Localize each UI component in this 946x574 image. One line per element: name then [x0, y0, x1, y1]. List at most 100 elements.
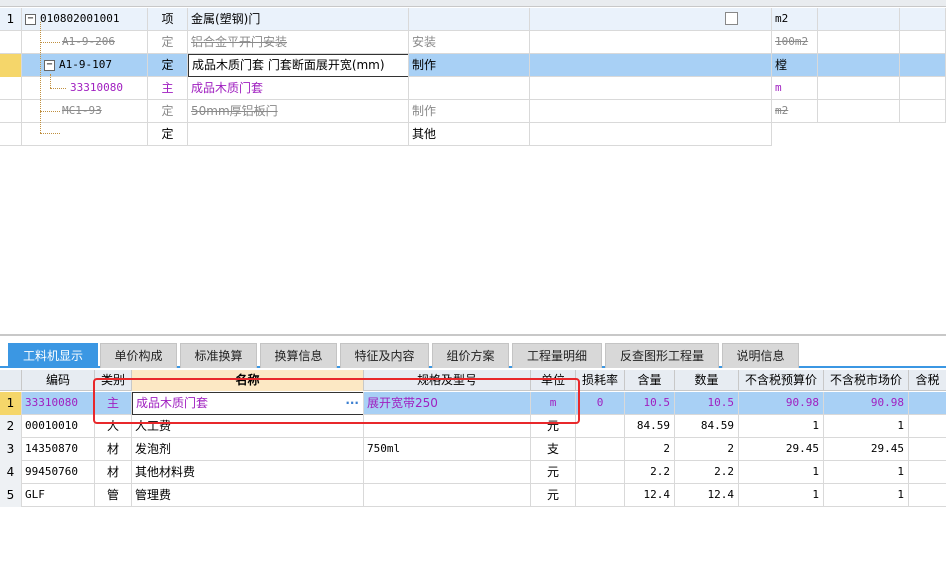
header-code[interactable]: 编码	[22, 370, 95, 391]
table-row[interactable]: 33310080 主 成品木质门套 m	[0, 77, 946, 100]
unit-cell[interactable]: 支	[531, 438, 576, 461]
tab-features[interactable]: 特征及内容	[340, 343, 429, 368]
header-content[interactable]: 含量	[625, 370, 675, 391]
loss-rate-cell[interactable]	[576, 484, 625, 507]
spec-cell[interactable]: 750ml	[364, 438, 531, 461]
header-loss-rate[interactable]: 损耗率	[576, 370, 625, 391]
market-price-cell[interactable]: 1	[824, 461, 909, 484]
table-row[interactable]: 4 99450760 材 其他材料费 元 2.2 2.2 1 1	[0, 461, 946, 484]
name-cell[interactable]: 管理费	[132, 484, 364, 507]
category-cell[interactable]: 材	[95, 461, 132, 484]
tab-conversion-info[interactable]: 换算信息	[260, 343, 337, 368]
spec-cell[interactable]: 安装	[409, 31, 530, 54]
loss-rate-cell[interactable]	[576, 415, 625, 438]
spec-cell[interactable]	[409, 77, 530, 100]
spec-cell[interactable]	[364, 484, 531, 507]
quantity-cell[interactable]: 2	[675, 438, 739, 461]
quantity-cell[interactable]: 84.59	[675, 415, 739, 438]
code-cell[interactable]: 99450760	[22, 461, 95, 484]
tab-unit-price[interactable]: 单价构成	[100, 343, 177, 368]
header-budget-price[interactable]: 不含税预算价	[739, 370, 824, 391]
spec-cell[interactable]	[364, 461, 531, 484]
table-row[interactable]: A1-9-206 定 铝合金平开门安装 安装 100m2	[0, 31, 946, 54]
name-cell[interactable]: 金属(塑钢)门	[188, 8, 409, 31]
code-cell[interactable]: 00010010	[22, 415, 95, 438]
table-row[interactable]: 1 −010802001001 项 金属(塑钢)门 m2	[0, 8, 946, 31]
budget-price-cell[interactable]: 1	[739, 484, 824, 507]
unit-cell[interactable]: m	[772, 77, 818, 100]
unit-cell[interactable]: 100m2	[772, 31, 818, 54]
collapse-icon[interactable]: −	[44, 59, 55, 71]
tax-price-cell[interactable]	[909, 415, 946, 438]
row-number: 3	[0, 438, 22, 461]
content-cell[interactable]: 2	[625, 438, 675, 461]
category-cell[interactable]: 材	[95, 438, 132, 461]
unit-cell[interactable]: m2	[772, 8, 818, 31]
code-cell[interactable]: 33310080	[22, 392, 95, 415]
table-row[interactable]: 定 其他	[0, 123, 772, 146]
loss-rate-cell[interactable]	[576, 438, 625, 461]
spec-cell[interactable]: 制作	[409, 54, 530, 77]
tax-price-cell[interactable]	[909, 461, 946, 484]
category-cell[interactable]: 管	[95, 484, 132, 507]
market-price-cell[interactable]: 1	[824, 415, 909, 438]
quantity-cell[interactable]: 10.5	[675, 392, 739, 415]
blank-cell	[530, 54, 772, 77]
market-price-cell[interactable]: 90.98	[824, 392, 909, 415]
type-cell: 定	[148, 123, 188, 146]
market-price-cell[interactable]: 1	[824, 484, 909, 507]
tab-graphic-quantity[interactable]: 反查图形工程量	[605, 343, 719, 368]
header-market-price[interactable]: 不含税市场价	[824, 370, 909, 391]
name-cell[interactable]: 其他材料费	[132, 461, 364, 484]
tax-price-cell[interactable]	[909, 438, 946, 461]
value-cell	[818, 31, 900, 54]
tab-resource-display[interactable]: 工料机显示	[8, 343, 98, 368]
content-cell[interactable]: 2.2	[625, 461, 675, 484]
table-row[interactable]: − A1-9-107 定 成品木质门套 门套断面展开宽(mm) 制作 樘	[0, 54, 946, 77]
loss-rate-cell[interactable]	[576, 461, 625, 484]
unit-cell[interactable]: 樘	[772, 54, 818, 77]
loss-rate-cell[interactable]: 0	[576, 392, 625, 415]
spec-cell[interactable]: 制作	[409, 100, 530, 123]
name-cell[interactable]: 成品木质门套	[188, 77, 409, 100]
content-cell[interactable]: 84.59	[625, 415, 675, 438]
header-quantity[interactable]: 数量	[675, 370, 739, 391]
code-cell[interactable]: 14350870	[22, 438, 95, 461]
collapse-icon[interactable]: −	[25, 13, 36, 25]
unit-cell[interactable]: m2	[772, 100, 818, 123]
tax-price-cell[interactable]	[909, 484, 946, 507]
quantity-cell[interactable]: 12.4	[675, 484, 739, 507]
name-cell[interactable]: 成品木质门套 门套断面展开宽(mm)	[188, 54, 409, 77]
tax-price-cell[interactable]	[909, 392, 946, 415]
name-cell[interactable]: 发泡剂	[132, 438, 364, 461]
budget-price-cell[interactable]: 29.45	[739, 438, 824, 461]
name-cell[interactable]	[188, 123, 409, 146]
budget-price-cell[interactable]: 1	[739, 415, 824, 438]
market-price-cell[interactable]: 29.45	[824, 438, 909, 461]
table-row[interactable]: MC1-93 定 50mm厚铝板门 制作 m2	[0, 100, 946, 123]
tab-description[interactable]: 说明信息	[722, 343, 799, 368]
tab-standard-conversion[interactable]: 标准换算	[180, 343, 257, 368]
table-row[interactable]: 3 14350870 材 发泡剂 750ml 支 2 2 29.45 29.45	[0, 438, 946, 461]
header-tax-price[interactable]: 含税	[909, 370, 946, 391]
tab-pricing-scheme[interactable]: 组价方案	[432, 343, 509, 368]
name-edit-input[interactable]: 成品木质门套 门套断面展开宽(mm)	[188, 54, 408, 77]
value-cell	[900, 54, 946, 77]
table-row[interactable]: 5 GLF 管 管理费 元 12.4 12.4 1 1	[0, 484, 946, 507]
tree-line	[50, 74, 51, 88]
budget-price-cell[interactable]: 1	[739, 461, 824, 484]
tab-quantity-detail[interactable]: 工程量明细	[512, 343, 602, 368]
name-cell[interactable]: 50mm厚铝板门	[188, 100, 409, 123]
unit-cell[interactable]: 元	[531, 484, 576, 507]
content-cell[interactable]: 10.5	[625, 392, 675, 415]
spec-cell[interactable]: 其他	[409, 123, 530, 146]
unit-cell[interactable]: 元	[531, 461, 576, 484]
checkbox[interactable]	[725, 12, 738, 25]
content-cell[interactable]: 12.4	[625, 484, 675, 507]
code-cell[interactable]: GLF	[22, 484, 95, 507]
quantity-cell[interactable]: 2.2	[675, 461, 739, 484]
blank-cell	[530, 8, 772, 31]
name-cell[interactable]: 铝合金平开门安装	[188, 31, 409, 54]
spec-cell[interactable]	[409, 8, 530, 31]
budget-price-cell[interactable]: 90.98	[739, 392, 824, 415]
